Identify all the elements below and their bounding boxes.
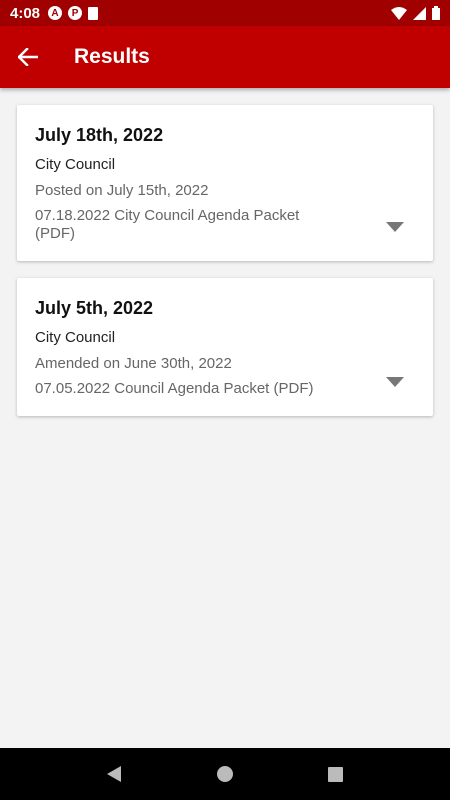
dropdown-triangle-icon <box>386 222 404 232</box>
status-icons-left: A P <box>48 6 99 20</box>
posted-date: Posted on July 15th, 2022 <box>35 182 209 199</box>
signal-icon <box>413 6 426 20</box>
wifi-icon <box>391 6 407 20</box>
sd-card-icon <box>88 6 99 20</box>
meeting-body: City Council <box>35 329 116 346</box>
page-title: Results <box>74 45 150 68</box>
nav-home-button[interactable] <box>205 754 245 794</box>
app-icon-a: A <box>48 6 63 20</box>
meeting-date: July 18th, 2022 <box>35 125 164 145</box>
status-bar: 4:08 A P <box>0 0 450 26</box>
meeting-date: July 5th, 2022 <box>35 298 154 318</box>
app-bar: Results <box>0 26 450 88</box>
battery-icon <box>432 6 440 20</box>
nav-back-button[interactable] <box>95 754 135 794</box>
arrow-back-icon <box>18 48 38 66</box>
agenda-packet-link[interactable]: 07.05.2022 Council Agenda Packet (PDF) <box>35 380 335 398</box>
home-circle-icon <box>217 766 233 782</box>
dropdown-triangle-icon <box>386 377 404 387</box>
expand-button[interactable] <box>385 220 405 234</box>
meeting-body: City Council <box>35 156 116 173</box>
expand-button[interactable] <box>385 375 405 389</box>
nav-recents-button[interactable] <box>315 754 355 794</box>
result-card[interactable]: July 5th, 2022 City Council Amended on J… <box>17 278 433 416</box>
agenda-packet-link[interactable]: 07.18.2022 City Council Agenda Packet (P… <box>35 207 325 243</box>
results-list: July 18th, 2022 City Council Posted on J… <box>0 88 450 748</box>
system-nav-bar <box>0 748 450 800</box>
back-button[interactable] <box>0 26 56 88</box>
result-card[interactable]: July 18th, 2022 City Council Posted on J… <box>17 105 433 261</box>
status-time: 4:08 <box>10 4 41 22</box>
posted-date: Amended on June 30th, 2022 <box>35 355 232 372</box>
back-triangle-icon <box>107 766 121 782</box>
recents-square-icon <box>327 766 343 782</box>
status-icons-right <box>391 6 440 20</box>
app-icon-p: P <box>68 6 83 20</box>
